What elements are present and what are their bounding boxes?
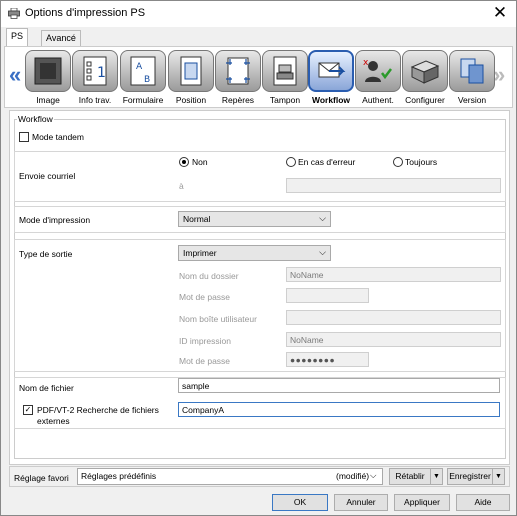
- filename-field[interactable]: sample: [178, 378, 500, 393]
- restore-label: Rétablir: [395, 471, 425, 481]
- ok-button[interactable]: OK: [272, 494, 328, 511]
- toolbar-stamp-button[interactable]: [262, 50, 308, 92]
- tab-advanced[interactable]: Avancé: [41, 30, 81, 46]
- job-info-icon: 1: [83, 56, 107, 86]
- tab-ps-label: PS: [11, 31, 24, 41]
- email-to-field[interactable]: [286, 178, 501, 193]
- output-type-select[interactable]: Imprimer ⌵: [178, 245, 331, 261]
- marks-icon: [226, 57, 250, 85]
- pdf-vt-label-line1: PDF/VT-2 Recherche de fichiers: [37, 405, 159, 415]
- checkmark-icon: ✓: [24, 405, 32, 414]
- workflow-icon: [318, 62, 346, 78]
- toolbar-form-button[interactable]: AB: [120, 50, 166, 92]
- favorite-select[interactable]: Réglages prédéfinis (modifié) ⌵: [77, 468, 383, 485]
- scroll-left-icon[interactable]: «: [9, 64, 21, 86]
- email-radio-always[interactable]: [393, 157, 403, 167]
- folder-name-field[interactable]: NoName: [286, 267, 501, 282]
- email-option-always-label: Toujours: [405, 157, 438, 167]
- svg-text:B: B: [144, 75, 150, 85]
- password-label: Mot de passe: [179, 292, 231, 302]
- user-box-field[interactable]: [286, 310, 501, 325]
- email-label: Envoie courriel: [19, 171, 76, 181]
- output-type-label: Type de sortie: [19, 249, 73, 259]
- email-to-label: à: [179, 181, 184, 191]
- restore-button[interactable]: Rétablir ▼: [389, 468, 443, 485]
- password2-label: Mot de passe: [179, 356, 231, 366]
- print-id-label: ID impression: [179, 336, 231, 346]
- printer-icon: [8, 8, 20, 19]
- pdf-vt-field[interactable]: CompanyA: [178, 402, 500, 417]
- chevron-down-icon: ⌵: [370, 470, 377, 480]
- print-mode-label: Mode d'impression: [19, 215, 91, 225]
- configure-icon: [410, 60, 440, 84]
- toolbar-workflow-button[interactable]: [308, 50, 354, 92]
- help-button[interactable]: Aide: [456, 494, 510, 511]
- cancel-button[interactable]: Annuler: [334, 494, 388, 511]
- print-id-field[interactable]: NoName: [286, 332, 501, 347]
- print-mode-select[interactable]: Normal ⌵: [178, 211, 331, 227]
- apply-label: Appliquer: [404, 497, 440, 507]
- close-icon[interactable]: ✕: [492, 3, 508, 23]
- toolbar-marks-button[interactable]: [215, 50, 261, 92]
- tab-ps[interactable]: PS: [6, 28, 29, 47]
- dropdown-arrow-icon[interactable]: ▼: [492, 469, 504, 484]
- toolbar-authentication-button[interactable]: x: [355, 50, 401, 92]
- email-option-on-error-label: En cas d'erreur: [298, 157, 356, 167]
- output-type-value: Imprimer: [183, 248, 217, 258]
- save-favorite-button[interactable]: Enregistrer ▼: [447, 468, 505, 485]
- version-icon: [460, 58, 484, 84]
- workflow-group-label: Workflow: [17, 114, 54, 124]
- title-bar: Options d'impression PS ✕: [1, 1, 516, 27]
- email-option-non-label: Non: [192, 157, 208, 167]
- cancel-label: Annuler: [346, 497, 376, 507]
- ok-label: OK: [293, 497, 307, 507]
- svg-text:A: A: [136, 62, 143, 72]
- print-mode-value: Normal: [183, 214, 211, 224]
- filename-label: Nom de fichier: [19, 383, 74, 393]
- email-radio-non[interactable]: [179, 157, 189, 167]
- function-toolbar: « » Image 1 Info trav. AB Formulaire Pos…: [4, 46, 513, 108]
- password2-field[interactable]: ●●●●●●●●: [286, 352, 369, 367]
- window-title: Options d'impression PS: [25, 7, 146, 19]
- chevron-down-icon: ⌵: [319, 247, 326, 257]
- favorite-value: Réglages prédéfinis: [81, 471, 157, 481]
- toolbar-configure-button[interactable]: [402, 50, 448, 92]
- toolbar-job-info-button[interactable]: 1: [72, 50, 118, 92]
- image-icon: [34, 57, 62, 85]
- help-label: Aide: [474, 497, 492, 507]
- position-icon: [180, 56, 202, 86]
- chevron-down-icon: ⌵: [319, 213, 326, 223]
- dropdown-arrow-icon[interactable]: ▼: [430, 469, 442, 484]
- pdf-vt-checkbox[interactable]: ✓: [23, 405, 33, 415]
- tandem-checkbox[interactable]: [19, 132, 29, 142]
- pdf-vt-label-line2: externes: [37, 416, 70, 426]
- apply-button[interactable]: Appliquer: [394, 494, 450, 511]
- password-field[interactable]: [286, 288, 369, 303]
- toolbar-position-button[interactable]: [168, 50, 214, 92]
- svg-text:x: x: [363, 58, 369, 68]
- tandem-label: Mode tandem: [32, 132, 84, 142]
- favorite-modified: (modifié): [336, 471, 370, 481]
- form-icon: AB: [130, 56, 156, 86]
- favorite-label: Réglage favori: [14, 473, 69, 483]
- svg-text:1: 1: [97, 65, 106, 81]
- folder-name-label: Nom du dossier: [179, 271, 239, 281]
- authentication-icon: x: [363, 58, 392, 82]
- save-favorite-label: Enregistrer: [449, 471, 491, 481]
- tab-advanced-label: Avancé: [46, 33, 76, 43]
- toolbar-version-button[interactable]: [449, 50, 495, 92]
- stamp-icon: [273, 56, 297, 86]
- email-radio-on-error[interactable]: [286, 157, 296, 167]
- user-box-label: Nom boîte utilisateur: [179, 314, 257, 324]
- toolbar-version-label: Version: [457, 95, 487, 105]
- toolbar-image-button[interactable]: [25, 50, 71, 92]
- print-options-window: Options d'impression PS ✕ PS Avancé « » …: [0, 0, 517, 516]
